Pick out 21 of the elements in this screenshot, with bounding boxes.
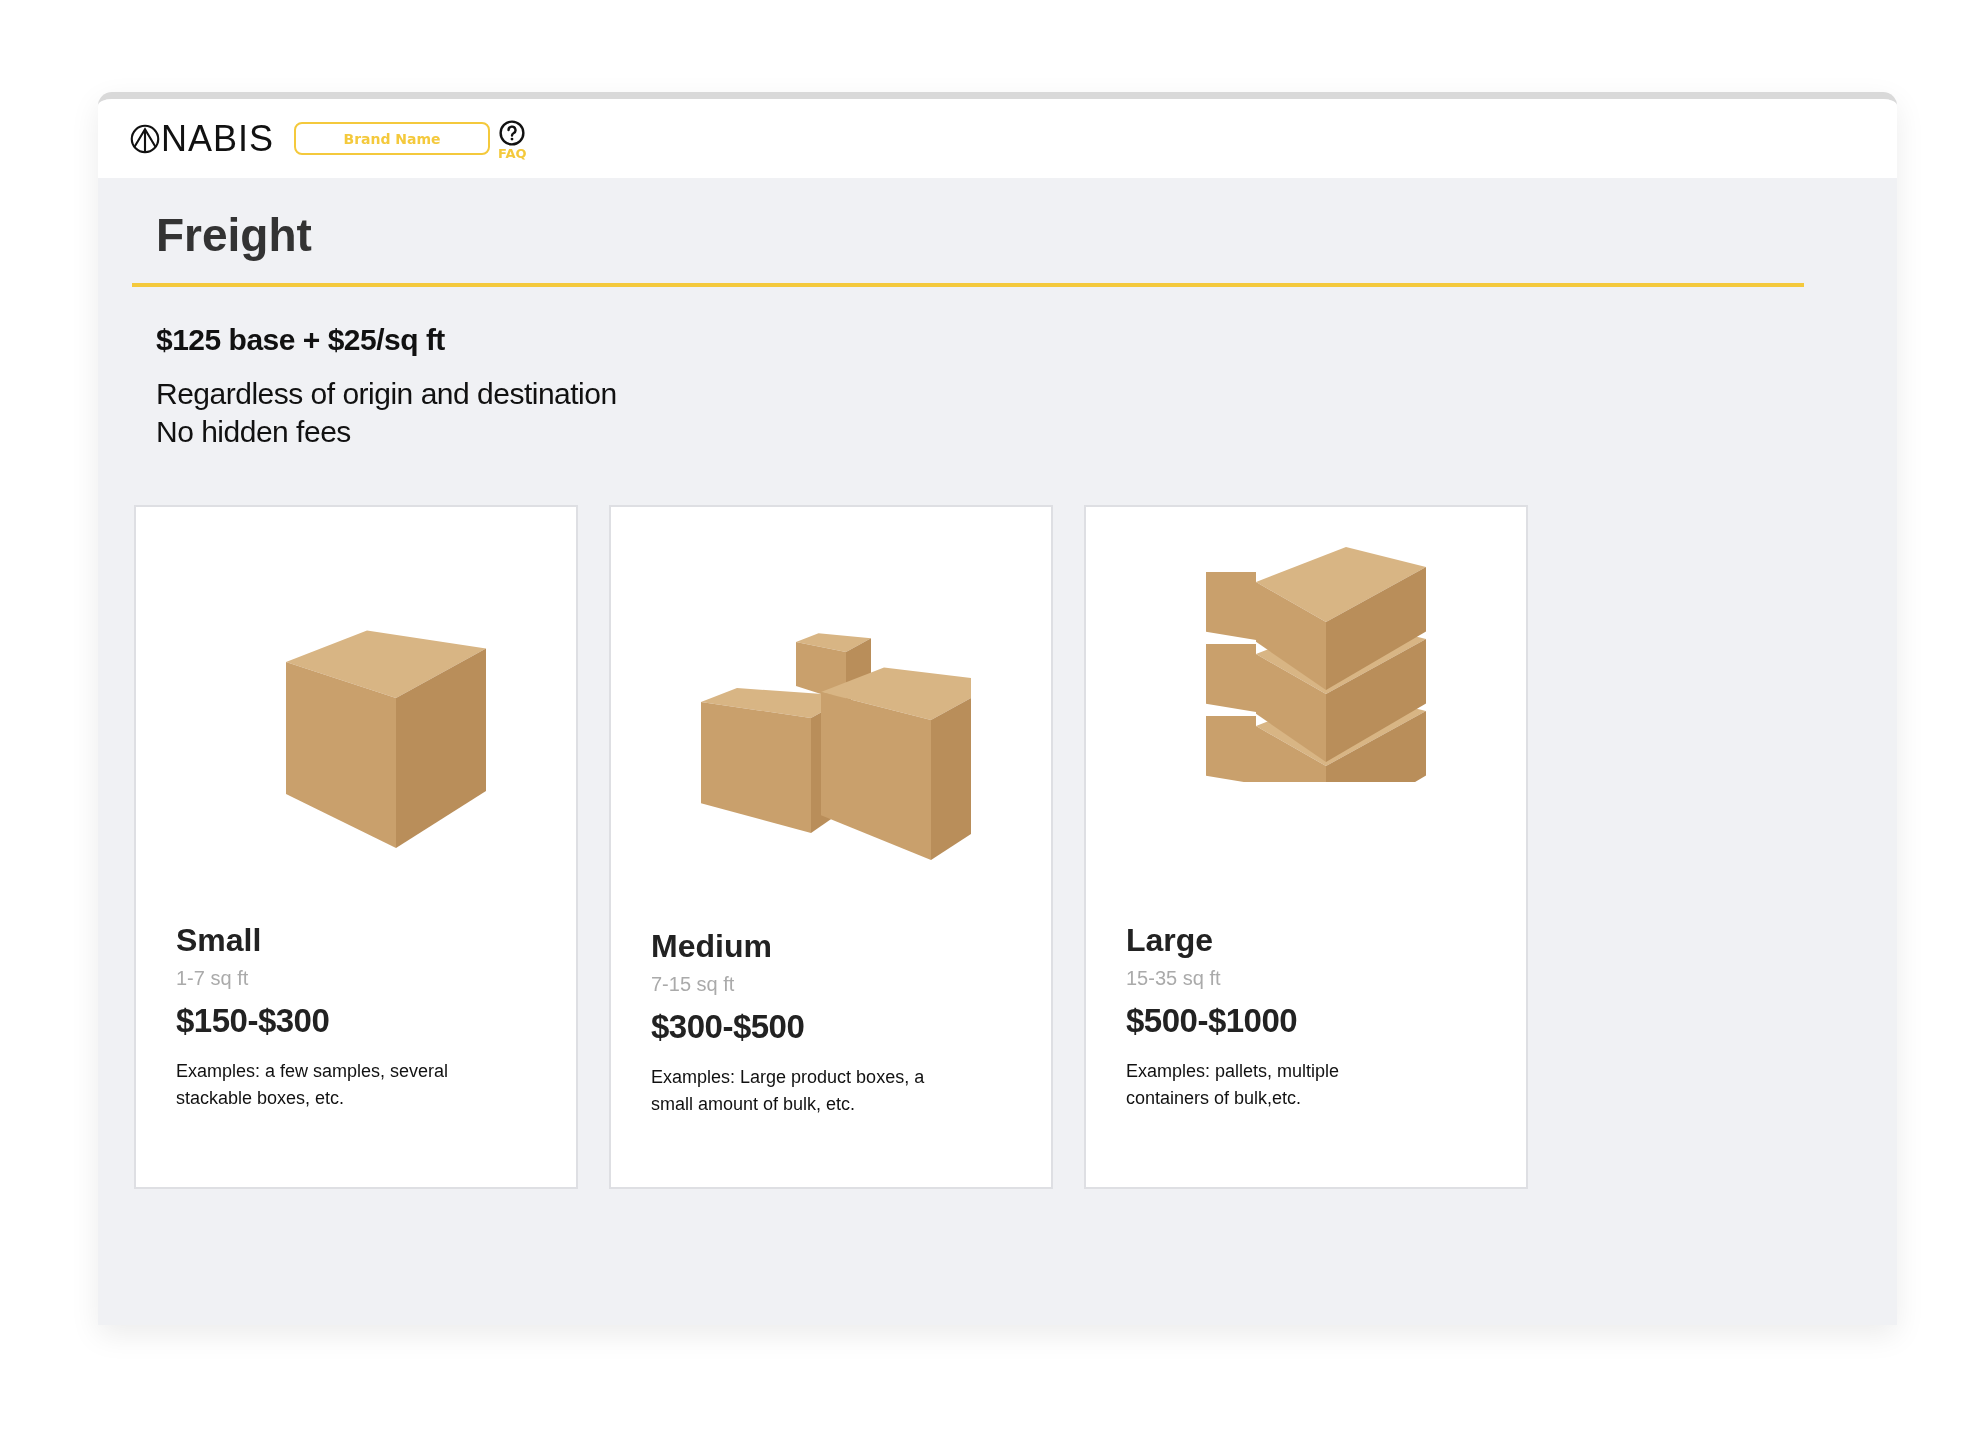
brand-name-field[interactable]: Brand Name	[294, 122, 491, 155]
page-title: Freight	[156, 208, 313, 263]
price-range: $300-$500	[651, 1008, 806, 1047]
faq-link[interactable]: FAQ	[498, 120, 527, 161]
size-range: 7-15 sq ft	[651, 973, 736, 997]
size-range: 15-35 sq ft	[1126, 967, 1222, 991]
logo-wordmark: NABIS	[161, 120, 275, 157]
examples-text: Examples: Large product boxes, a small amount of bulk, etc.	[651, 1066, 926, 1117]
note-text: No hidden fees	[156, 414, 352, 451]
size-name: Medium	[651, 928, 773, 966]
size-range: 1-7 sq ft	[176, 967, 250, 991]
note-text: Regardless of origin and destination	[156, 376, 618, 413]
examples-text: Examples: a few samples, several stackable boxes, etc.	[176, 1060, 450, 1111]
price-range: $150-$300	[176, 1002, 331, 1041]
size-name: Large	[1126, 922, 1215, 960]
examples-text: Examples: pallets, multiple containers of bulk,etc.	[1126, 1060, 1341, 1111]
logo-icon	[130, 123, 160, 154]
price-range: $500-$1000	[1126, 1002, 1299, 1041]
rate-text: $125 base + $25/sq ft	[156, 323, 446, 358]
help-icon	[499, 120, 526, 146]
size-name: Small	[176, 922, 263, 960]
